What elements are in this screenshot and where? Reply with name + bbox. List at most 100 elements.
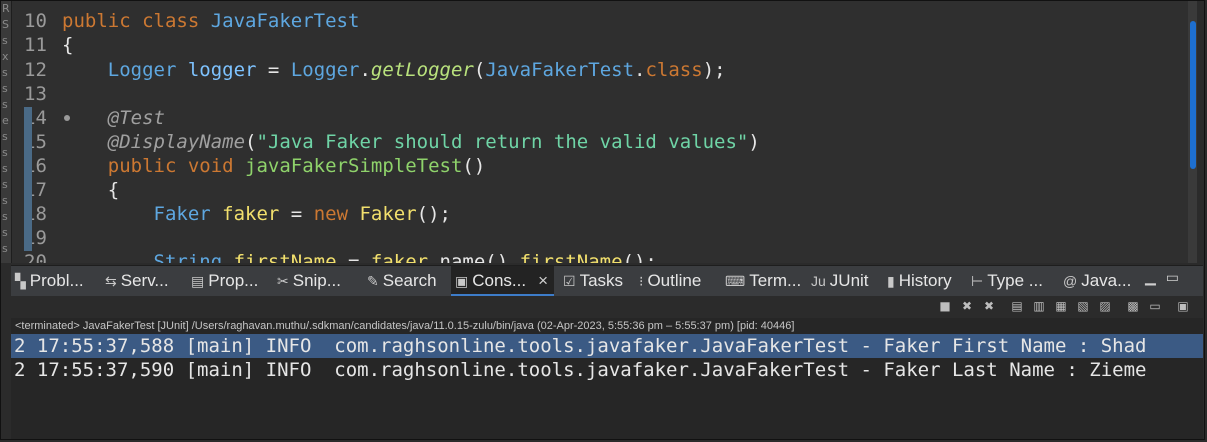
editor-scrollbar[interactable] — [1188, 1, 1197, 263]
code-token: Logger — [107, 59, 188, 81]
tab-label: JUnit — [829, 271, 869, 290]
show-stderr-icon[interactable]: ▨ — [1097, 299, 1113, 313]
left-strip-glyph: s — [2, 242, 8, 255]
console-line[interactable]: 2 17:55:37,590 [main] INFO com.raghsonli… — [11, 358, 1203, 382]
outline-icon: ⁝ — [639, 273, 644, 289]
code-text: String firstName = faker.name().firstNam… — [62, 250, 657, 263]
tab-label: Java... — [1081, 271, 1132, 290]
word-wrap-icon[interactable]: ▦ — [1053, 299, 1069, 313]
code-text: { — [62, 33, 73, 57]
left-panel-edge: RSsxsssessssssss — [1, 1, 12, 263]
code-token: (); — [416, 203, 451, 225]
pin-console-icon[interactable]: ▩ — [1125, 299, 1141, 313]
tab-label: Probl... — [29, 271, 84, 290]
tab-label: Serv... — [120, 271, 169, 290]
code-token: new — [313, 203, 360, 225]
tab-terminal[interactable]: ⌨ Term... — [725, 266, 801, 296]
tab-label: Snip... — [292, 271, 341, 290]
code-text: public void javaFakerSimpleTest() — [62, 154, 486, 178]
code-text: { — [62, 178, 119, 202]
new-console-icon[interactable]: ▣ — [1175, 299, 1191, 313]
tasks-icon: ☑ — [563, 273, 576, 289]
line-number: 10 — [24, 10, 47, 32]
code-text: Faker faker = new Faker(); — [62, 202, 451, 226]
left-strip-glyph: S — [2, 18, 9, 31]
line-number: 20 — [24, 251, 47, 263]
left-strip-glyph: s — [2, 178, 8, 191]
line-number: 12 — [24, 59, 47, 81]
left-strip-glyph: s — [2, 210, 8, 223]
tab-outline[interactable]: ⁝ Outline — [639, 266, 701, 296]
console-toolbar: ■ ✖ ✖ ▤ ▥ ▦ ▧ ▨ ▩ ▭ ▣ — [11, 296, 1203, 318]
left-strip-glyph: x — [2, 50, 9, 63]
code-token: { — [62, 34, 74, 56]
code-token: = — [336, 251, 371, 263]
tab-label: Search — [382, 271, 437, 290]
tab-properties[interactable]: ▤ Prop... — [191, 266, 258, 296]
code-token: @DisplayName — [107, 131, 246, 153]
code-token: Logger — [290, 59, 360, 81]
left-strip-glyph: s — [2, 98, 8, 111]
code-text: Logger logger = Logger.getLogger(JavaFak… — [62, 58, 726, 82]
code-token: "Java Faker should return the valid valu… — [256, 131, 749, 153]
code-text: public class JavaFakerTest — [62, 9, 359, 33]
tab-snippets[interactable]: ✂ Snip... — [277, 266, 341, 296]
code-token: public void — [107, 155, 246, 177]
remove-launch-icon[interactable]: ✖ — [959, 299, 975, 313]
code-editor[interactable]: 20 String firstName = faker.name().first… — [12, 1, 1197, 263]
code-token: JavaFakerTest — [485, 59, 635, 81]
minimize-maximize-icons[interactable]: ▁▭ — [1145, 270, 1189, 286]
tab-problems[interactable]: ▚ Probl... — [15, 266, 84, 296]
code-token: JavaFakerTest — [210, 10, 360, 32]
code-token: () — [462, 155, 486, 177]
code-token: ); — [702, 59, 726, 81]
code-token: Faker — [359, 203, 417, 225]
editor-scrollbar-thumb[interactable] — [1190, 21, 1196, 169]
line-number: 11 — [24, 34, 47, 56]
tab-tasks[interactable]: ☑ Tasks — [563, 266, 623, 296]
left-strip-glyph: s — [2, 34, 8, 47]
code-token: logger — [187, 59, 257, 81]
selection-marker — [24, 107, 32, 251]
close-icon[interactable]: × — [538, 271, 548, 290]
left-strip-glyph: e — [2, 114, 9, 127]
code-token: getLogger — [370, 59, 474, 81]
tab-type-hierarchy[interactable]: ⊢ Type ... — [971, 266, 1043, 296]
clear-console-icon[interactable]: ▤ — [1009, 299, 1025, 313]
tab-console[interactable]: ▣ Cons... × — [451, 266, 555, 296]
tab-history[interactable]: ▮ History — [887, 266, 952, 296]
tab-servers[interactable]: ⇆ Serv... — [105, 266, 169, 296]
left-strip-glyph: s — [2, 194, 8, 207]
tab-label: Prop... — [208, 271, 259, 290]
display-console-icon[interactable]: ▭ — [1147, 299, 1163, 313]
show-stdout-icon[interactable]: ▧ — [1075, 299, 1091, 313]
left-strip-glyph: s — [2, 146, 8, 159]
code-token: @Test — [107, 107, 165, 129]
tab-search[interactable]: ✎ Search — [367, 266, 437, 296]
terminated-label: <terminated> JavaFakerTest [JUnit] /User… — [15, 320, 795, 332]
code-token: = — [279, 203, 314, 225]
console-line[interactable]: 2 17:55:37,588 [main] INFO com.raghsonli… — [11, 334, 1203, 358]
left-strip-glyph: s — [2, 130, 8, 143]
stop-icon[interactable]: ■ — [937, 299, 953, 313]
left-strip-glyph: s — [2, 226, 8, 239]
terminal-icon: ⌨ — [725, 273, 746, 289]
tab-junit[interactable]: Ju JUnit — [811, 266, 869, 296]
type-hierarchy-icon: ⊢ — [971, 273, 984, 289]
console-output[interactable]: <terminated> JavaFakerTest [JUnit] /User… — [11, 318, 1203, 439]
code-token: String — [153, 251, 234, 263]
scroll-lock-icon[interactable]: ▥ — [1031, 299, 1047, 313]
code-token: public class — [62, 10, 211, 32]
console-icon: ▣ — [455, 273, 469, 289]
code-token: firstName — [519, 251, 623, 263]
tab-javadoc[interactable]: @ Java... — [1063, 266, 1131, 296]
code-token: faker — [370, 251, 429, 263]
tab-label: Type ... — [987, 271, 1043, 290]
code-text: @DisplayName("Java Faker should return t… — [62, 130, 760, 154]
code-token: faker — [222, 203, 280, 225]
remove-all-icon[interactable]: ✖ — [981, 299, 997, 313]
code-token: Faker — [153, 203, 223, 225]
